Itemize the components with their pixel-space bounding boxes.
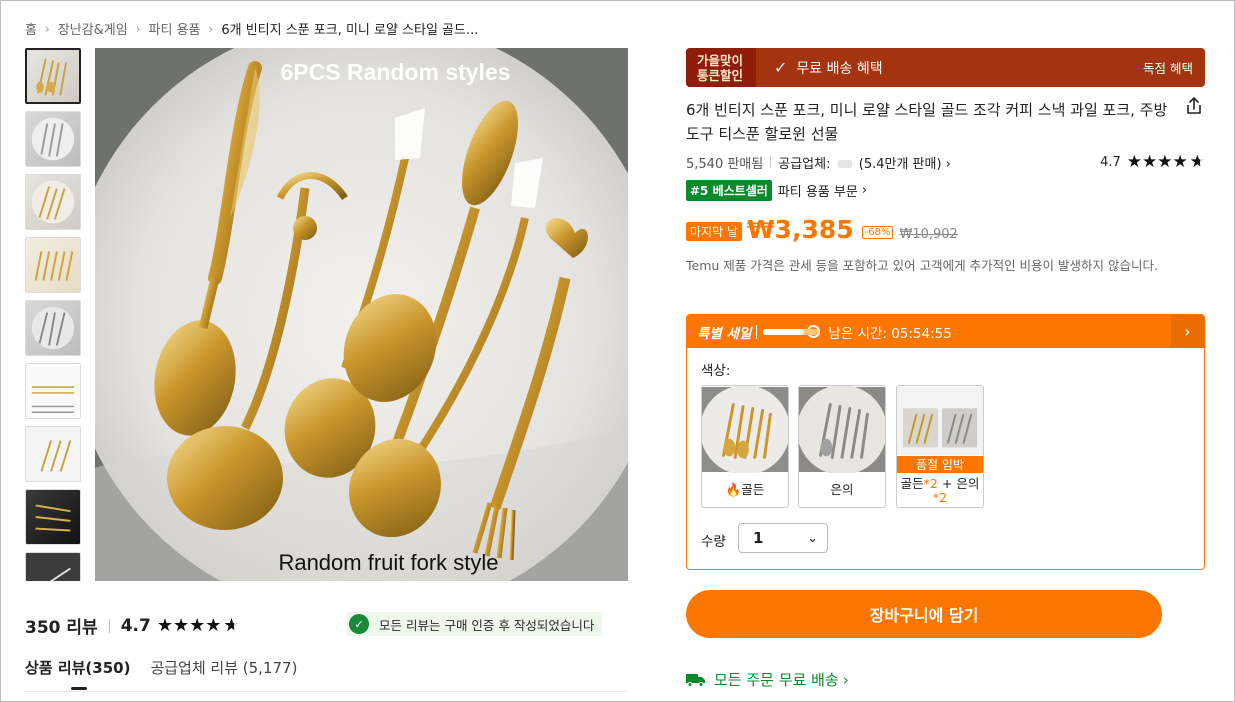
product-meta: 5,540 판매됨 공급업체: (5.4만개 판매) › 4.7 ★★★★★★ [686, 152, 1205, 172]
sold-count: 5,540 판매됨 [686, 156, 764, 172]
badge-line-1: 가을맞이 [697, 52, 744, 68]
shield-check-icon: ✓ [349, 614, 369, 634]
review-rating: 4.7 [120, 615, 151, 636]
bestseller-badge: #5 베스트셀러 [686, 180, 772, 201]
free-shipping-label: 무료 배송 혜택 [796, 60, 883, 77]
thumbnail-5[interactable] [25, 300, 81, 356]
tax-note: Temu 제품 가격은 관세 등을 포함하고 있어 고객에게 추가적인 비용이 … [686, 258, 1158, 273]
autumn-sale-badge: 가을맞이 통큰할인 [686, 48, 756, 87]
breadcrumb-current: 6개 빈티지 스푼 포크, 미니 로얄 스타일 골드... [221, 23, 479, 38]
thumbnail-6[interactable] [25, 363, 81, 419]
bestseller-row[interactable]: #5 베스트셀러 파티 용품 부문 › [686, 180, 867, 201]
breadcrumb-party-supplies[interactable]: 파티 용품 [149, 19, 201, 38]
breadcrumb-home[interactable]: 홈 [25, 19, 37, 38]
chevron-right-icon: › [842, 670, 849, 689]
verified-review-note: ✓ 모든 리뷰는 구매 인증 후 작성되었습니다 [347, 612, 603, 636]
hero-caption-top: 6PCS Random styles [280, 59, 511, 85]
original-price: ₩10,902 [899, 227, 958, 242]
truck-icon [686, 673, 705, 687]
promo-banner[interactable]: 가을맞이 통큰할인 ✓ 무료 배송 혜택 독점 혜택 [686, 48, 1205, 87]
chevron-right-icon: › [861, 183, 868, 198]
golden-swatch-image [702, 386, 788, 473]
seller-sales: (5.4만개 판매) [858, 156, 942, 172]
color-label: 색상: [701, 363, 731, 379]
quantity-select[interactable]: 1 ⌄ [738, 523, 828, 553]
seller-prefix: 공급업체: [778, 156, 831, 172]
special-sale-label: 특별 세일 [697, 325, 752, 342]
color-option-bundle[interactable]: 품절 임박 골든*2 + 은의 *2 [896, 385, 984, 508]
star-rating-icons: ★★★★★★ [156, 615, 240, 636]
current-price: ₩3,385 [746, 215, 854, 244]
thumbnail-4[interactable] [25, 237, 81, 293]
silver-swatch-image [799, 386, 885, 473]
bundle-swatch-label: 골든*2 + 은의 *2 [900, 476, 980, 505]
product-title: 6개 빈티지 스푼 포크, 미니 로얄 스타일 골드 조각 커피 스낵 과일 포… [686, 101, 1168, 143]
last-day-badge: 마지막 날 [686, 222, 742, 241]
thumbnail-8[interactable] [25, 489, 81, 545]
chevron-right-icon: › [135, 21, 141, 36]
sold-out-soon-badge: 품절 임박 [897, 456, 983, 473]
product-main-image[interactable]: 6PCS Random styles Random fruit fork sty… [95, 48, 628, 581]
thumbnail-2[interactable] [25, 111, 81, 167]
verified-review-text: 모든 리뷰는 구매 인증 후 작성되었습니다 [379, 617, 595, 633]
thumbnail-3[interactable] [25, 174, 81, 230]
special-sale-header[interactable]: 특별 세일 남은 시간: 05:54:55 › [687, 315, 1204, 348]
review-summary: 350 리뷰 4.7 ★★★★★★ [25, 613, 240, 638]
breadcrumb-toys-games[interactable]: 장난감&게임 [58, 19, 128, 38]
badge-line-2: 통큰할인 [697, 67, 744, 83]
divider [756, 324, 758, 339]
tab-product-reviews[interactable]: 상품 리뷰(350) [25, 657, 130, 690]
color-option-golden[interactable]: 🔥 골든 [701, 385, 789, 508]
golden-swatch-label: 🔥 골든 [725, 482, 765, 497]
bundle-swatch-image [897, 386, 983, 456]
bestseller-category: 파티 용품 부문 [777, 185, 858, 200]
price-row: 마지막 날 ₩3,385 -68% ₩10,902 [686, 215, 958, 244]
hero-caption-bottom: Random fruit fork style [278, 550, 499, 575]
chevron-down-icon: ⌄ [807, 530, 818, 546]
thumbnail-9[interactable] [25, 552, 81, 581]
product-rating[interactable]: 4.7 ★★★★★★ [1100, 152, 1205, 172]
exclusive-benefit-label: 독점 혜택 [1143, 61, 1193, 76]
tab-seller-reviews[interactable]: 공급업체 리뷰 (5,177) [150, 657, 297, 678]
quantity-label: 수량 [701, 534, 726, 550]
star-rating-icons: ★★★★★★ [1126, 152, 1205, 172]
chevron-right-icon: › [945, 156, 951, 172]
review-tabs: 상품 리뷰(350) 공급업체 리뷰 (5,177) [25, 657, 297, 690]
chevron-right-icon[interactable]: › [1171, 315, 1204, 348]
free-shipping-link[interactable]: 모든 주문 무료 배송 › [686, 669, 849, 690]
page: 홈 › 장난감&게임 › 파티 용품 › 6개 빈티지 스푼 포크, 미니 로얄… [0, 0, 1235, 702]
discount-badge: -68% [861, 226, 894, 239]
time-left: 남은 시간: 05:54:55 [828, 325, 952, 342]
divider [108, 618, 110, 633]
chevron-right-icon: › [208, 21, 214, 36]
silver-swatch-label: 은의 [830, 482, 854, 497]
seller-logo-icon [837, 159, 852, 168]
chevron-right-icon: › [44, 21, 50, 36]
breadcrumb: 홈 › 장난감&게임 › 파티 용품 › 6개 빈티지 스푼 포크, 미니 로얄… [25, 19, 479, 39]
thumbnail-7[interactable] [25, 426, 81, 482]
fire-icon: 🔥 [725, 482, 742, 497]
review-count: 350 리뷰 [25, 618, 98, 638]
seller-link[interactable]: 공급업체: (5.4만개 판매) › [778, 153, 951, 172]
thumbnail-list[interactable] [25, 48, 83, 581]
sale-progress-bar [763, 328, 820, 335]
product-rating-value: 4.7 [1100, 154, 1121, 170]
free-shipping-text: 모든 주문 무료 배송 [714, 671, 839, 689]
quantity-value: 1 [753, 529, 764, 547]
color-option-silver[interactable]: 은의 [798, 385, 886, 508]
divider [25, 691, 628, 692]
add-to-cart-button[interactable]: 장바구니에 담기 [686, 590, 1162, 638]
special-sale-box: 특별 세일 남은 시간: 05:54:55 › 색상: 🔥 골든 은의 품절 임박 [686, 314, 1205, 570]
divider [770, 156, 772, 168]
check-icon: ✓ [774, 58, 788, 77]
thumbnail-1[interactable] [25, 48, 81, 104]
share-icon[interactable] [1184, 96, 1204, 116]
